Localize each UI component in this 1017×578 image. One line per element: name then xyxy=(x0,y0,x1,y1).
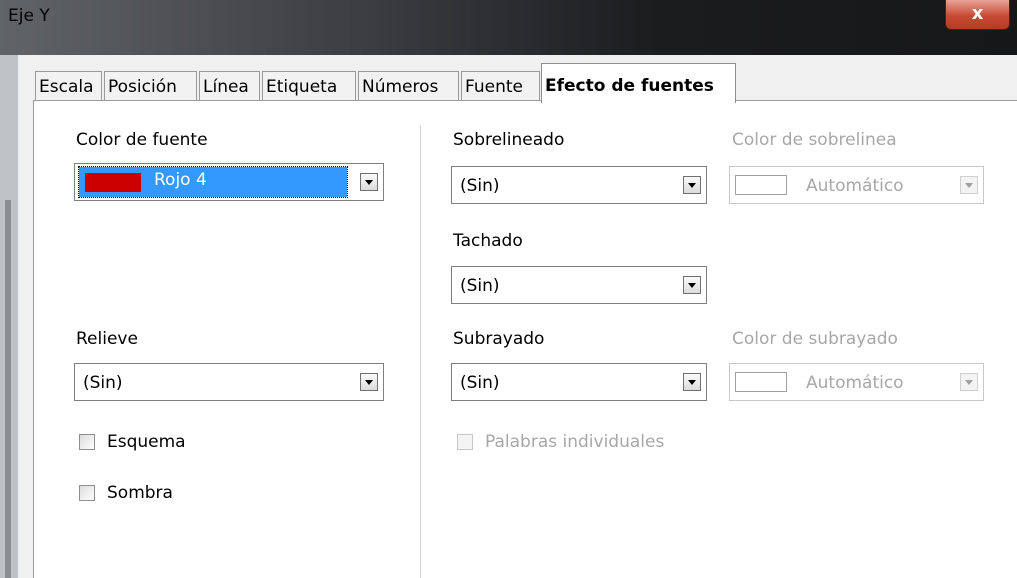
close-button[interactable]: x xyxy=(945,0,1010,30)
tab-efecto-de-fuentes[interactable]: Efecto de fuentes xyxy=(541,63,736,103)
overline-color-label: Color de sobrelinea xyxy=(732,130,897,150)
tab-etiqueta[interactable]: Etiqueta xyxy=(262,71,356,101)
tab-fuente[interactable]: Fuente xyxy=(461,71,540,101)
window-title: Eje Y xyxy=(8,6,50,26)
color-swatch xyxy=(735,372,787,392)
close-icon: x xyxy=(971,3,984,24)
outline-label: Esquema xyxy=(107,432,186,452)
underline-select[interactable]: (Sin) xyxy=(451,363,707,401)
chevron-down-icon[interactable] xyxy=(360,173,378,191)
underline-color-label: Color de subrayado xyxy=(732,329,898,349)
color-swatch xyxy=(735,175,787,195)
overline-value: (Sin) xyxy=(460,176,500,196)
relief-label: Relieve xyxy=(76,329,138,349)
title-bar xyxy=(0,0,1017,55)
strikethrough-label: Tachado xyxy=(453,231,523,251)
strikethrough-value: (Sin) xyxy=(460,276,500,296)
overline-color-value: Automático xyxy=(806,176,904,196)
chevron-down-icon[interactable] xyxy=(960,176,978,194)
tab-escala[interactable]: Escala xyxy=(35,71,102,101)
underline-color-select[interactable]: Automático xyxy=(729,363,984,401)
individual-words-checkbox[interactable] xyxy=(457,434,473,450)
underline-value: (Sin) xyxy=(460,373,500,393)
overline-color-select[interactable]: Automático xyxy=(729,166,984,204)
chevron-down-icon[interactable] xyxy=(683,373,701,391)
tab-numeros[interactable]: Números xyxy=(358,71,459,101)
relief-select[interactable]: (Sin) xyxy=(74,363,384,401)
shadow-label: Sombra xyxy=(107,483,173,503)
column-separator xyxy=(420,126,421,578)
shadow-checkbox[interactable] xyxy=(79,485,95,501)
tab-linea[interactable]: Línea xyxy=(199,71,260,101)
chevron-down-icon[interactable] xyxy=(360,373,378,391)
window-edge-shadow xyxy=(5,200,11,578)
chevron-down-icon[interactable] xyxy=(960,373,978,391)
underline-label: Subrayado xyxy=(453,329,545,349)
strikethrough-select[interactable]: (Sin) xyxy=(451,266,707,304)
chevron-down-icon[interactable] xyxy=(683,276,701,294)
chevron-down-icon[interactable] xyxy=(683,176,701,194)
underline-color-value: Automático xyxy=(806,373,904,393)
relief-value: (Sin) xyxy=(83,373,123,393)
overline-select[interactable]: (Sin) xyxy=(451,166,707,204)
color-swatch xyxy=(85,173,141,192)
font-color-value: Rojo 4 xyxy=(154,170,207,190)
font-color-label: Color de fuente xyxy=(76,130,208,150)
tab-posicion[interactable]: Posición xyxy=(104,71,197,101)
font-color-select[interactable]: Rojo 4 xyxy=(74,163,384,201)
individual-words-label: Palabras individuales xyxy=(485,432,665,452)
outline-checkbox[interactable] xyxy=(79,434,95,450)
overline-label: Sobrelineado xyxy=(453,130,565,150)
